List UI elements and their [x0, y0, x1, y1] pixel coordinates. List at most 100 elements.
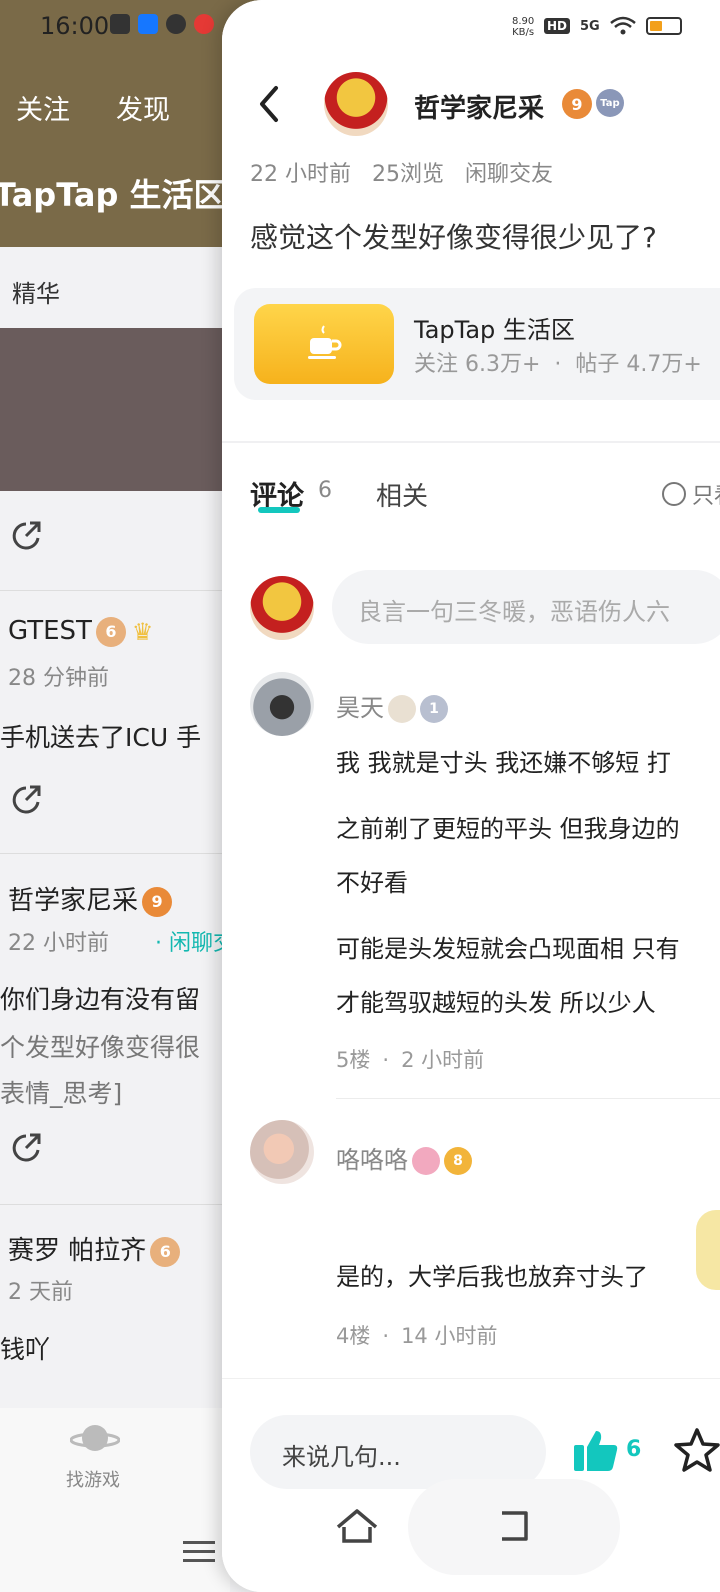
forum-name: TapTap 生活区 [414, 316, 575, 344]
level-badge: 9 [562, 89, 592, 119]
author-name[interactable]: 哲学家尼采 [414, 88, 544, 125]
post-header: 8.90 KB/s HD 5G 哲学家尼采 9 Tap [222, 0, 720, 155]
post-title[interactable]: 你们身边有没有留 [0, 980, 200, 1016]
level-badge: 8 [444, 1147, 472, 1175]
post-time: 28 分钟前 [8, 666, 109, 691]
tap-badge-icon: Tap [596, 89, 624, 117]
comment-meta: 5楼 · 2 小时前 [336, 1048, 485, 1072]
tab-featured[interactable]: 精华 [12, 274, 60, 309]
commenter-avatar[interactable] [250, 1120, 314, 1184]
comment-text: 不好看 [336, 869, 408, 897]
thumbs-up-icon[interactable] [574, 1429, 618, 1471]
level-badge: 1 [420, 695, 448, 723]
section-divider [222, 441, 720, 443]
back-icon[interactable] [494, 1503, 534, 1549]
comment-text: 才能驾驭越短的头发 所以少人 [336, 989, 656, 1017]
level-badge: 6 [150, 1236, 181, 1267]
app-mascot-icon [194, 14, 214, 34]
hd-icon: HD [544, 18, 571, 34]
share-icon[interactable] [8, 518, 44, 554]
menu-icon[interactable] [183, 1540, 215, 1564]
comment-time: 2 小时前 [401, 1048, 485, 1072]
like-count: 6 [626, 1437, 642, 1462]
my-avatar [250, 576, 314, 640]
video-icon [110, 14, 130, 34]
bottom-action-bar: 来说几句... 6 [222, 1378, 720, 1592]
post-content: 感觉这个发型好像变得很少见了? [250, 221, 657, 254]
post-time: 22 小时前 [8, 931, 109, 956]
view-count: 25浏览 [372, 162, 444, 187]
tab-discover[interactable]: 发现 [116, 88, 170, 127]
reply-placeholder: 来说几句... [282, 1443, 401, 1471]
post-author[interactable]: GTEST 6 ♛ [8, 616, 153, 647]
comment-text: 我 我就是寸头 我还嫌不够短 打 [336, 749, 671, 777]
post-time: 2 天前 [8, 1280, 73, 1305]
post-author[interactable]: 哲学家尼采 9 [8, 880, 173, 917]
forum-card[interactable]: TapTap 生活区 关注 6.3万+ · 帖子 4.7万+ [234, 288, 720, 400]
divider [0, 1204, 230, 1205]
forum-title: TapTap 生活区 [0, 176, 226, 214]
comment-text: 可能是头发短就会凸现面相 只有 [336, 935, 680, 963]
bilibili-icon [166, 14, 186, 34]
signal-5g-icon: 5G [580, 18, 600, 34]
comment-input[interactable]: 良言一句三冬暖，恶语伤人六 [332, 570, 720, 644]
bunny-badge-icon [412, 1147, 440, 1175]
status-time: 16:00 [40, 12, 110, 40]
alipay-icon [138, 14, 158, 34]
comment-count: 6 [318, 478, 332, 503]
commenter-name[interactable]: 咯咯咯 8 [336, 1140, 472, 1175]
floor-number: 4楼 [336, 1324, 371, 1348]
active-tab-indicator [258, 507, 300, 513]
post-text[interactable]: 手机送去了ICU 手 [0, 718, 201, 754]
comment-placeholder: 良言一句三冬暖，恶语伤人六 [358, 598, 670, 626]
post-time: 22 小时前 [250, 162, 351, 187]
floor-number: 5楼 [336, 1048, 371, 1072]
radio-icon [662, 482, 686, 506]
reply-input[interactable]: 来说几句... [250, 1415, 546, 1489]
post-detail-panel: 8.90 KB/s HD 5G 哲学家尼采 9 Tap 22 小时前 25浏览 闲… [222, 0, 720, 1592]
nav-find-game[interactable]: 找游戏 [66, 1466, 120, 1492]
system-back-area [408, 1479, 620, 1575]
level-badge: 6 [95, 616, 126, 647]
divider [0, 853, 230, 854]
network-speed: 8.90 KB/s [512, 16, 535, 38]
sticker-image [696, 1210, 720, 1290]
status-icons: HD 5G [544, 16, 682, 36]
post-preview: 个发型好像变得很 [0, 1033, 201, 1062]
post-meta: 22 小时前 25浏览 闲聊交友 [250, 156, 567, 188]
post-author[interactable]: 赛罗 帕拉齐 6 [8, 1230, 181, 1267]
back-arrow-icon[interactable] [254, 82, 284, 126]
crown-icon: ♛ [131, 617, 154, 646]
star-icon[interactable] [674, 1427, 720, 1473]
comment-text: 是的，大学后我也放弃寸头了 [336, 1263, 648, 1291]
author-badges: 9 Tap [562, 89, 624, 119]
post-count: 帖子 4.7万+ [575, 352, 702, 377]
share-icon[interactable] [8, 782, 44, 818]
status-app-icons [110, 14, 214, 34]
follower-count: 关注 6.3万+ [414, 352, 541, 377]
planet-icon[interactable] [70, 1418, 120, 1458]
coffee-cup-icon [254, 304, 394, 384]
commenter-avatar[interactable] [250, 672, 314, 736]
post-topic[interactable]: 闲聊交友 [465, 162, 553, 187]
battery-icon [645, 17, 682, 35]
post-text[interactable]: 钱吖 [0, 1330, 50, 1366]
post-preview: 表情_思考] [0, 1079, 123, 1108]
panda-badge-icon [388, 695, 416, 723]
tab-related[interactable]: 相关 [376, 476, 428, 513]
share-icon[interactable] [8, 1130, 44, 1166]
forum-stats: 关注 6.3万+ · 帖子 4.7万+ [414, 352, 702, 377]
commenter-name[interactable]: 昊天 1 [336, 688, 448, 723]
comment-time: 14 小时前 [401, 1324, 498, 1348]
level-badge: 9 [142, 886, 173, 917]
post-image[interactable] [0, 328, 230, 491]
comment-meta: 4楼 · 14 小时前 [336, 1324, 498, 1348]
comment-divider [336, 1098, 720, 1099]
only-author-toggle[interactable]: 只看 [662, 478, 720, 510]
wifi-icon [609, 16, 636, 35]
author-avatar[interactable] [324, 72, 388, 136]
divider [0, 590, 230, 591]
home-icon[interactable] [334, 1503, 380, 1549]
comment-text: 之前剃了更短的平头 但我身边的 [336, 815, 680, 843]
tab-follow[interactable]: 关注 [16, 88, 70, 127]
